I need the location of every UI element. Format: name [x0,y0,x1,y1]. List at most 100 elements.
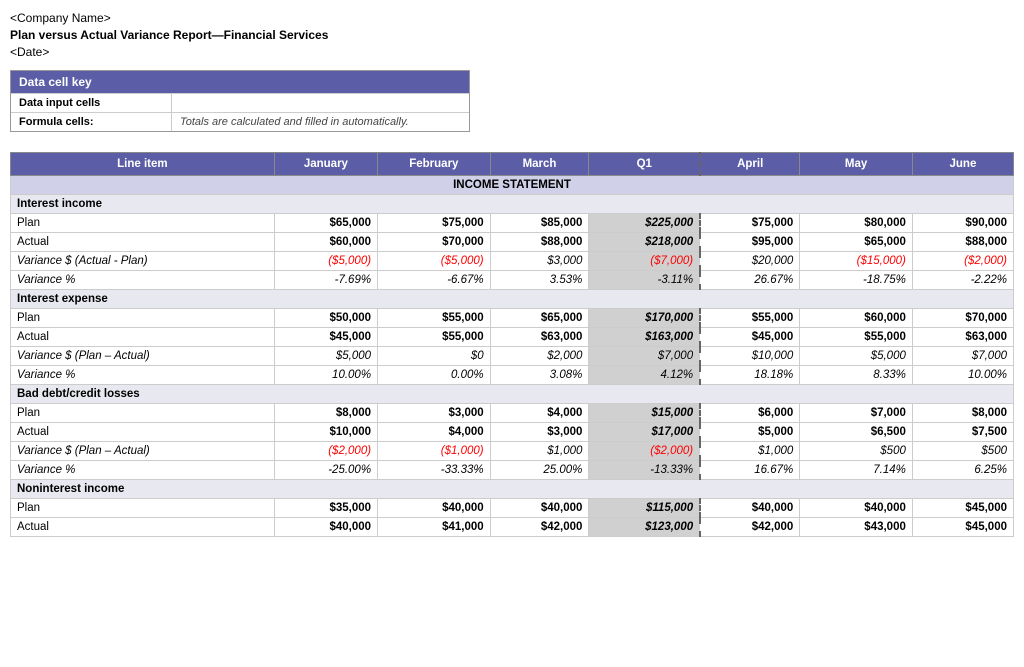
col-header-january: January [274,153,377,176]
category-header-1: Interest expense [11,290,1014,309]
row-label: Plan [11,404,275,423]
data-cell: $8,000 [912,404,1013,423]
data-cell: 7.14% [800,461,913,480]
data-cell: $225,000 [589,214,700,233]
data-cell: $42,000 [490,518,589,537]
table-row: Actual$10,000$4,000$3,000$17,000$5,000$6… [11,423,1014,442]
row-label: Variance $ (Actual - Plan) [11,252,275,271]
category-label-1: Interest expense [11,290,1014,309]
data-cell: $163,000 [589,328,700,347]
col-header-march: March [490,153,589,176]
data-cell: 4.12% [589,366,700,385]
data-cell: -13.33% [589,461,700,480]
data-cell: $4,000 [490,404,589,423]
variance-table: Line item January February March Q1 Apri… [10,152,1014,537]
data-cell: -25.00% [274,461,377,480]
data-cell: $45,000 [274,328,377,347]
data-cell: $5,000 [274,347,377,366]
data-cell: $55,000 [800,328,913,347]
key-value-1 [171,93,469,112]
data-cell: 25.00% [490,461,589,480]
row-label: Variance % [11,366,275,385]
data-cell: 3.08% [490,366,589,385]
data-cell: ($2,000) [274,442,377,461]
data-cell: 10.00% [912,366,1013,385]
col-header-may: May [800,153,913,176]
key-label-1: Data input cells [11,93,171,112]
data-cell: $500 [912,442,1013,461]
table-row: Plan$35,000$40,000$40,000$115,000$40,000… [11,499,1014,518]
income-statement-header: INCOME STATEMENT [11,176,1014,195]
data-cell: $45,000 [912,499,1013,518]
data-cell: $80,000 [800,214,913,233]
data-cell: $115,000 [589,499,700,518]
data-cell: -3.11% [589,271,700,290]
data-cell: 6.25% [912,461,1013,480]
data-cell: $40,000 [490,499,589,518]
col-header-line-item: Line item [11,153,275,176]
data-cell: $55,000 [378,309,491,328]
data-cell: $3,000 [378,404,491,423]
data-cell: -33.33% [378,461,491,480]
row-label: Actual [11,233,275,252]
data-cell: $35,000 [274,499,377,518]
data-cell: $41,000 [378,518,491,537]
data-cell: ($1,000) [378,442,491,461]
data-cell: $20,000 [700,252,800,271]
data-cell: ($2,000) [589,442,700,461]
data-cell: $7,000 [800,404,913,423]
data-cell: $63,000 [490,328,589,347]
data-cell: $1,000 [490,442,589,461]
data-cell: 8.33% [800,366,913,385]
col-header-june: June [912,153,1013,176]
row-label: Variance % [11,271,275,290]
data-cell: $90,000 [912,214,1013,233]
data-cell: $65,000 [800,233,913,252]
data-cell: $42,000 [700,518,800,537]
data-cell: 10.00% [274,366,377,385]
data-cell: $43,000 [800,518,913,537]
data-cell: $70,000 [378,233,491,252]
data-cell: ($2,000) [912,252,1013,271]
data-cell: $7,500 [912,423,1013,442]
table-row: Variance %-7.69%-6.67%3.53%-3.11%26.67%-… [11,271,1014,290]
data-cell: $95,000 [700,233,800,252]
data-cell: -7.69% [274,271,377,290]
report-header: <Company Name> Plan versus Actual Varian… [10,10,1014,60]
row-label: Plan [11,214,275,233]
data-cell: $63,000 [912,328,1013,347]
key-value-2: Totals are calculated and filled in auto… [171,112,469,131]
data-cell: -2.22% [912,271,1013,290]
data-cell: $40,000 [800,499,913,518]
data-cell: $2,000 [490,347,589,366]
data-cell: $218,000 [589,233,700,252]
report-title: Plan versus Actual Variance Report—Finan… [10,27,1014,44]
data-cell: $15,000 [589,404,700,423]
report-date: <Date> [10,44,1014,61]
data-cell: $50,000 [274,309,377,328]
row-label: Actual [11,518,275,537]
data-cell: $55,000 [378,328,491,347]
data-cell: $65,000 [274,214,377,233]
key-row-1: Data input cells [11,93,469,112]
table-row: Variance $ (Plan – Actual)$5,000$0$2,000… [11,347,1014,366]
table-row: Plan$50,000$55,000$65,000$170,000$55,000… [11,309,1014,328]
data-cell: $45,000 [700,328,800,347]
data-cell: $17,000 [589,423,700,442]
category-label-3: Noninterest income [11,480,1014,499]
row-label: Plan [11,309,275,328]
data-cell: 3.53% [490,271,589,290]
table-row: Actual$40,000$41,000$42,000$123,000$42,0… [11,518,1014,537]
data-cell: ($5,000) [378,252,491,271]
table-header-row: Line item January February March Q1 Apri… [11,153,1014,176]
data-cell: 26.67% [700,271,800,290]
data-cell: $65,000 [490,309,589,328]
company-name: <Company Name> [10,10,1014,27]
data-cell: 16.67% [700,461,800,480]
category-header-0: Interest income [11,195,1014,214]
data-cell: $10,000 [700,347,800,366]
data-cell: $45,000 [912,518,1013,537]
category-header-2: Bad debt/credit losses [11,385,1014,404]
table-row: Variance $ (Plan – Actual)($2,000)($1,00… [11,442,1014,461]
data-cell: $10,000 [274,423,377,442]
